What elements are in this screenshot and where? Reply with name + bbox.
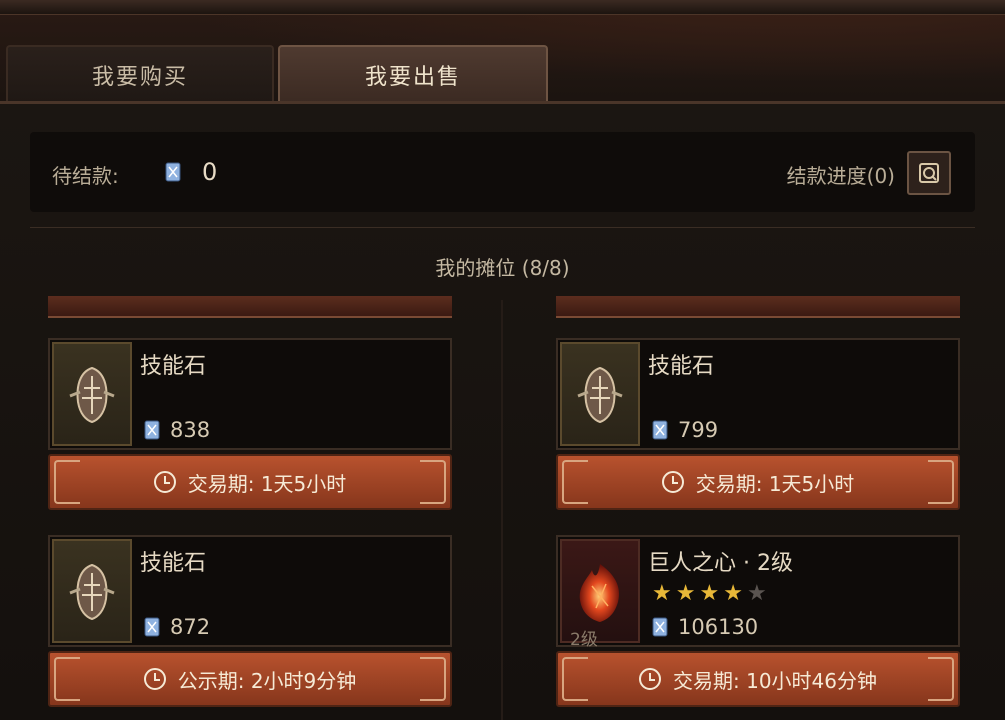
item-price: 872 xyxy=(170,615,211,639)
ornament-right xyxy=(928,657,954,701)
partial-card-strip xyxy=(48,296,452,318)
timer-text: 交易期: 10小时46分钟 xyxy=(673,668,877,693)
ornament-right xyxy=(928,460,954,504)
settlement-progress-label: 结款进度(0) xyxy=(786,164,895,188)
currency-icon xyxy=(144,420,160,440)
item-price: 106130 xyxy=(678,615,759,639)
skill-stone-icon xyxy=(52,342,132,446)
ornament-left xyxy=(562,657,588,701)
tab-buy-label: 我要购买 xyxy=(91,65,188,90)
timer-text: 交易期: 1天5小时 xyxy=(695,471,855,496)
star-empty-icon: ★ xyxy=(746,581,771,606)
pending-label: 待结款: xyxy=(52,164,119,188)
star-rating: ★★★★★ xyxy=(652,581,771,606)
giant-heart-gem-icon: 2级 xyxy=(560,539,640,650)
timer-bar: 交易期: 10小时46分钟 xyxy=(556,651,960,707)
item-level-badge: 2级 xyxy=(570,630,598,650)
item-name: 技能石 xyxy=(140,354,207,379)
stall-item-card[interactable]: 2级 巨人之心 · 2级 ★★★★★ 106130 交易期: 10小时46分钟 xyxy=(556,535,960,707)
ornament-right xyxy=(420,460,446,504)
stall-item-card[interactable]: 技能石 799 交易期: 1天5小时 xyxy=(556,338,960,510)
star-icon: ★ xyxy=(699,581,724,606)
tab-sell[interactable]: 我要出售 xyxy=(278,45,548,103)
star-icon: ★ xyxy=(723,581,747,606)
timer-bar: 公示期: 2小时9分钟 xyxy=(48,651,452,707)
stall-item-card[interactable]: 技能石 838 交易期: 1天5小时 xyxy=(48,338,452,510)
timer-text: 公示期: 2小时9分钟 xyxy=(177,668,357,693)
clock-icon xyxy=(639,668,661,690)
clock-icon xyxy=(153,471,176,493)
timer-text: 交易期: 1天5小时 xyxy=(187,471,347,496)
settlement-button[interactable] xyxy=(907,151,951,195)
item-name: 技能石 xyxy=(140,551,207,576)
currency-icon xyxy=(652,617,668,637)
tab-sell-label: 我要出售 xyxy=(364,65,461,90)
pending-payment-bar: 待结款: 0 结款进度(0) xyxy=(30,132,975,212)
timer-bar: 交易期: 1天5小时 xyxy=(556,454,960,510)
tab-buy[interactable]: 我要购买 xyxy=(6,45,274,103)
clock-icon xyxy=(661,471,684,493)
item-price: 838 xyxy=(170,418,211,442)
currency-icon xyxy=(165,162,181,182)
star-icon: ★ xyxy=(675,581,700,606)
item-name: 巨人之心 · 2级 xyxy=(648,551,793,576)
stall-item-card[interactable]: 技能石 872 公示期: 2小时9分钟 xyxy=(48,535,452,707)
ornament-left xyxy=(54,460,80,504)
item-price: 799 xyxy=(678,418,719,442)
ornament-right xyxy=(420,657,446,701)
skill-stone-icon xyxy=(560,342,640,446)
currency-icon xyxy=(144,617,160,637)
section-divider xyxy=(30,227,975,228)
currency-icon xyxy=(652,420,668,440)
skill-stone-icon xyxy=(52,539,132,643)
pending-amount: 0 xyxy=(202,158,218,186)
ornament-left xyxy=(54,657,80,701)
column-divider xyxy=(501,300,503,720)
clock-icon xyxy=(143,668,166,690)
scroll-icon xyxy=(919,163,939,183)
item-name: 技能石 xyxy=(648,354,715,379)
ornament-left xyxy=(562,460,588,504)
timer-bar: 交易期: 1天5小时 xyxy=(48,454,452,510)
star-icon: ★ xyxy=(652,581,676,606)
stall-title: 我的摊位 (8/8) xyxy=(435,256,570,280)
partial-card-strip xyxy=(556,296,960,318)
